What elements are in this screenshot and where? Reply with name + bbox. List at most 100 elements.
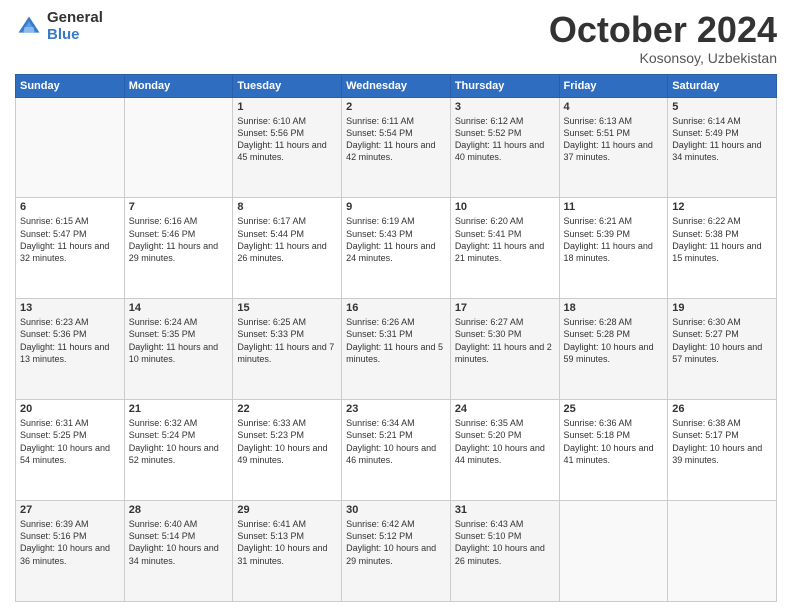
calendar-cell: 31 Sunrise: 6:43 AMSunset: 5:10 PMDayligh… bbox=[450, 501, 559, 602]
day-number: 14 bbox=[129, 302, 229, 314]
logo-general: General bbox=[47, 10, 103, 27]
week-row-1: 1Sunrise: 6:10 AMSunset: 5:56 PMDaylight… bbox=[16, 97, 777, 198]
page: General Blue October 2024 Kosonsoy, Uzbe… bbox=[0, 0, 792, 612]
weekday-header-monday: Monday bbox=[124, 74, 233, 97]
cell-details: Sunrise: 6:34 AMSunset: 5:21 PMDaylight:… bbox=[346, 417, 446, 466]
calendar-cell: 14 Sunrise: 6:24 AMSunset: 5:35 PMDayligh… bbox=[124, 299, 233, 400]
cell-details: Sunrise: 6:12 AMSunset: 5:52 PMDaylight:… bbox=[455, 115, 555, 164]
day-number: 25 bbox=[564, 403, 664, 415]
cell-details: Sunrise: 6:26 AMSunset: 5:31 PMDaylight:… bbox=[346, 316, 446, 365]
week-row-4: 20 Sunrise: 6:31 AMSunset: 5:25 PMDayligh… bbox=[16, 400, 777, 501]
cell-details: Sunrise: 6:36 AMSunset: 5:18 PMDaylight:… bbox=[564, 417, 664, 466]
cell-details: Sunrise: 6:24 AMSunset: 5:35 PMDaylight:… bbox=[129, 316, 229, 365]
day-number: 5 bbox=[672, 101, 772, 113]
day-number: 22 bbox=[237, 403, 337, 415]
calendar-cell: 24 Sunrise: 6:35 AMSunset: 5:20 PMDayligh… bbox=[450, 400, 559, 501]
day-number: 15 bbox=[237, 302, 337, 314]
day-number: 23 bbox=[346, 403, 446, 415]
calendar-cell: 5Sunrise: 6:14 AMSunset: 5:49 PMDaylight… bbox=[668, 97, 777, 198]
calendar-cell: 26 Sunrise: 6:38 AMSunset: 5:17 PMDayligh… bbox=[668, 400, 777, 501]
day-number: 10 bbox=[455, 201, 555, 213]
day-number: 6 bbox=[20, 201, 120, 213]
day-number: 18 bbox=[564, 302, 664, 314]
calendar-cell bbox=[668, 501, 777, 602]
calendar-cell: 13 Sunrise: 6:23 AMSunset: 5:36 PMDayligh… bbox=[16, 299, 125, 400]
day-number: 30 bbox=[346, 504, 446, 516]
calendar-cell: 7Sunrise: 6:16 AMSunset: 5:46 PMDaylight… bbox=[124, 198, 233, 299]
calendar-cell: 4 Sunrise: 6:13 AMSunset: 5:51 PMDaylight… bbox=[559, 97, 668, 198]
cell-details: Sunrise: 6:30 AMSunset: 5:27 PMDaylight:… bbox=[672, 316, 772, 365]
day-number: 26 bbox=[672, 403, 772, 415]
day-number: 16 bbox=[346, 302, 446, 314]
day-number: 17 bbox=[455, 302, 555, 314]
day-number: 2 bbox=[346, 101, 446, 113]
logo-icon bbox=[15, 13, 43, 41]
calendar-cell: 9 Sunrise: 6:19 AMSunset: 5:43 PMDaylight… bbox=[342, 198, 451, 299]
calendar-cell: 3Sunrise: 6:12 AMSunset: 5:52 PMDaylight… bbox=[450, 97, 559, 198]
calendar-cell: 18Sunrise: 6:28 AMSunset: 5:28 PMDayligh… bbox=[559, 299, 668, 400]
week-row-2: 6 Sunrise: 6:15 AMSunset: 5:47 PMDaylight… bbox=[16, 198, 777, 299]
calendar: SundayMondayTuesdayWednesdayThursdayFrid… bbox=[15, 74, 777, 602]
cell-details: Sunrise: 6:27 AMSunset: 5:30 PMDaylight:… bbox=[455, 316, 555, 365]
logo: General Blue bbox=[15, 10, 103, 43]
week-row-5: 27Sunrise: 6:39 AMSunset: 5:16 PMDayligh… bbox=[16, 501, 777, 602]
day-number: 12 bbox=[672, 201, 772, 213]
day-number: 9 bbox=[346, 201, 446, 213]
cell-details: Sunrise: 6:31 AMSunset: 5:25 PMDaylight:… bbox=[20, 417, 120, 466]
cell-details: Sunrise: 6:41 AMSunset: 5:13 PMDaylight:… bbox=[237, 518, 337, 567]
calendar-cell: 15 Sunrise: 6:25 AMSunset: 5:33 PMDayligh… bbox=[233, 299, 342, 400]
day-number: 20 bbox=[20, 403, 120, 415]
calendar-cell: 2 Sunrise: 6:11 AMSunset: 5:54 PMDaylight… bbox=[342, 97, 451, 198]
logo-text: General Blue bbox=[47, 10, 103, 43]
title-block: October 2024 Kosonsoy, Uzbekistan bbox=[549, 10, 777, 66]
calendar-cell bbox=[124, 97, 233, 198]
weekday-header-tuesday: Tuesday bbox=[233, 74, 342, 97]
month-title: October 2024 bbox=[549, 10, 777, 50]
calendar-cell: 27Sunrise: 6:39 AMSunset: 5:16 PMDayligh… bbox=[16, 501, 125, 602]
day-number: 31 bbox=[455, 504, 555, 516]
calendar-cell: 17 Sunrise: 6:27 AMSunset: 5:30 PMDayligh… bbox=[450, 299, 559, 400]
calendar-cell: 11 Sunrise: 6:21 AMSunset: 5:39 PMDayligh… bbox=[559, 198, 668, 299]
cell-details: Sunrise: 6:21 AMSunset: 5:39 PMDaylight:… bbox=[564, 215, 664, 264]
calendar-cell: 1Sunrise: 6:10 AMSunset: 5:56 PMDaylight… bbox=[233, 97, 342, 198]
calendar-cell: 23 Sunrise: 6:34 AMSunset: 5:21 PMDayligh… bbox=[342, 400, 451, 501]
day-number: 13 bbox=[20, 302, 120, 314]
calendar-cell: 28Sunrise: 6:40 AMSunset: 5:14 PMDayligh… bbox=[124, 501, 233, 602]
day-number: 1 bbox=[237, 101, 337, 113]
day-number: 7 bbox=[129, 201, 229, 213]
calendar-cell: 16 Sunrise: 6:26 AMSunset: 5:31 PMDayligh… bbox=[342, 299, 451, 400]
calendar-cell: 20 Sunrise: 6:31 AMSunset: 5:25 PMDayligh… bbox=[16, 400, 125, 501]
calendar-cell: 29Sunrise: 6:41 AMSunset: 5:13 PMDayligh… bbox=[233, 501, 342, 602]
weekday-header-sunday: Sunday bbox=[16, 74, 125, 97]
calendar-cell: 19 Sunrise: 6:30 AMSunset: 5:27 PMDayligh… bbox=[668, 299, 777, 400]
cell-details: Sunrise: 6:13 AMSunset: 5:51 PMDaylight:… bbox=[564, 115, 664, 164]
cell-details: Sunrise: 6:25 AMSunset: 5:33 PMDaylight:… bbox=[237, 316, 337, 365]
calendar-cell: 22 Sunrise: 6:33 AMSunset: 5:23 PMDayligh… bbox=[233, 400, 342, 501]
weekday-header-friday: Friday bbox=[559, 74, 668, 97]
cell-details: Sunrise: 6:43 AMSunset: 5:10 PMDaylight:… bbox=[455, 518, 555, 567]
cell-details: Sunrise: 6:40 AMSunset: 5:14 PMDaylight:… bbox=[129, 518, 229, 567]
cell-details: Sunrise: 6:19 AMSunset: 5:43 PMDaylight:… bbox=[346, 215, 446, 264]
calendar-cell: 21Sunrise: 6:32 AMSunset: 5:24 PMDayligh… bbox=[124, 400, 233, 501]
day-number: 19 bbox=[672, 302, 772, 314]
cell-details: Sunrise: 6:39 AMSunset: 5:16 PMDaylight:… bbox=[20, 518, 120, 567]
cell-details: Sunrise: 6:17 AMSunset: 5:44 PMDaylight:… bbox=[237, 215, 337, 264]
day-number: 24 bbox=[455, 403, 555, 415]
cell-details: Sunrise: 6:23 AMSunset: 5:36 PMDaylight:… bbox=[20, 316, 120, 365]
calendar-cell bbox=[16, 97, 125, 198]
cell-details: Sunrise: 6:38 AMSunset: 5:17 PMDaylight:… bbox=[672, 417, 772, 466]
subtitle: Kosonsoy, Uzbekistan bbox=[549, 50, 777, 66]
cell-details: Sunrise: 6:22 AMSunset: 5:38 PMDaylight:… bbox=[672, 215, 772, 264]
weekday-header-row: SundayMondayTuesdayWednesdayThursdayFrid… bbox=[16, 74, 777, 97]
cell-details: Sunrise: 6:15 AMSunset: 5:47 PMDaylight:… bbox=[20, 215, 120, 264]
day-number: 4 bbox=[564, 101, 664, 113]
calendar-cell: 8Sunrise: 6:17 AMSunset: 5:44 PMDaylight… bbox=[233, 198, 342, 299]
day-number: 21 bbox=[129, 403, 229, 415]
cell-details: Sunrise: 6:33 AMSunset: 5:23 PMDaylight:… bbox=[237, 417, 337, 466]
header: General Blue October 2024 Kosonsoy, Uzbe… bbox=[15, 10, 777, 66]
cell-details: Sunrise: 6:11 AMSunset: 5:54 PMDaylight:… bbox=[346, 115, 446, 164]
calendar-cell: 12 Sunrise: 6:22 AMSunset: 5:38 PMDayligh… bbox=[668, 198, 777, 299]
calendar-cell: 30Sunrise: 6:42 AMSunset: 5:12 PMDayligh… bbox=[342, 501, 451, 602]
day-number: 11 bbox=[564, 201, 664, 213]
cell-details: Sunrise: 6:35 AMSunset: 5:20 PMDaylight:… bbox=[455, 417, 555, 466]
